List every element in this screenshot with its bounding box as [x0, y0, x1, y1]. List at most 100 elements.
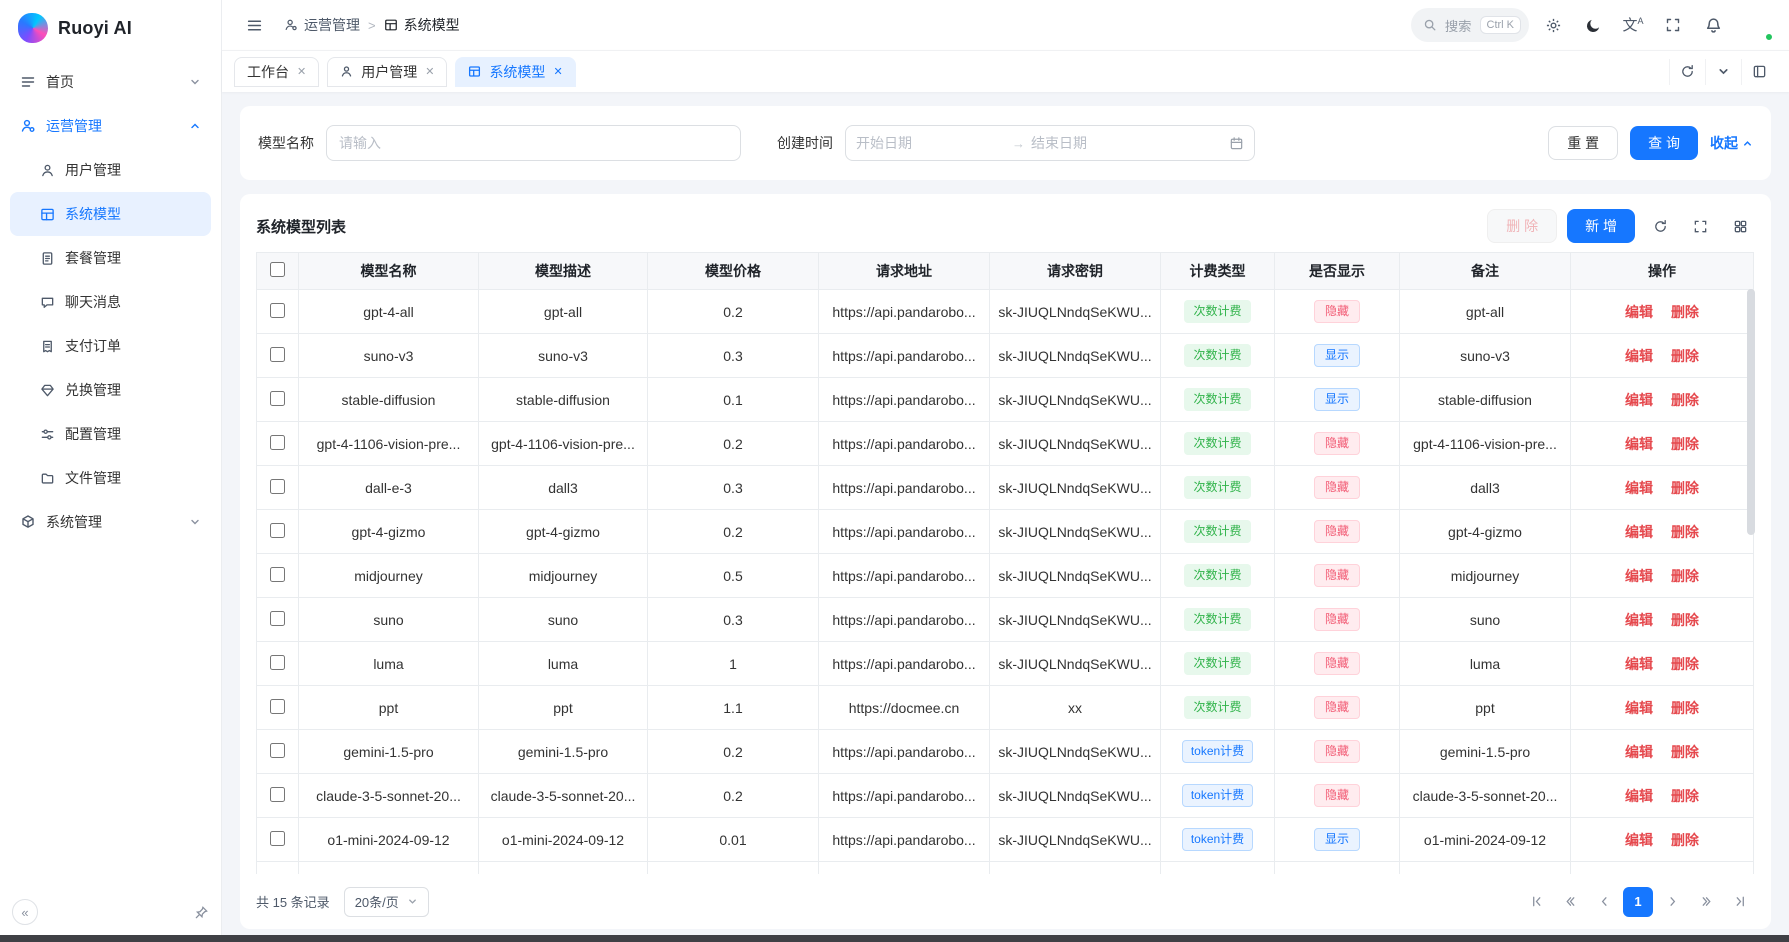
sidebar-submenu-operations: 用户管理 系统模型 套餐管理	[10, 148, 211, 500]
sidebar-item-config-management[interactable]: 配置管理	[10, 412, 211, 456]
row-checkbox[interactable]	[270, 611, 285, 626]
gear-icon[interactable]	[1537, 9, 1569, 41]
sidebar-item-system-management[interactable]: 系统管理	[10, 500, 211, 544]
breadcrumb-item-operations[interactable]: 运营管理	[284, 15, 360, 35]
end-date-input[interactable]	[1031, 135, 1181, 151]
close-icon[interactable]: ✕	[297, 65, 306, 78]
tab-user-management[interactable]: 用户管理 ✕	[327, 57, 447, 87]
row-checkbox[interactable]	[270, 743, 285, 758]
edit-link[interactable]: 编辑	[1625, 568, 1653, 584]
prev-page-button[interactable]	[1589, 887, 1619, 917]
page-size-select[interactable]: 20条/页	[344, 887, 429, 917]
tab-workbench[interactable]: 工作台 ✕	[234, 57, 319, 87]
delete-link[interactable]: 删除	[1671, 348, 1699, 364]
user-avatar[interactable]	[1741, 9, 1773, 41]
close-icon[interactable]: ✕	[425, 65, 434, 78]
row-checkbox[interactable]	[270, 831, 285, 846]
delete-link[interactable]: 删除	[1671, 832, 1699, 848]
row-checkbox[interactable]	[270, 523, 285, 538]
delete-link[interactable]: 删除	[1671, 392, 1699, 408]
delete-link[interactable]: 删除	[1671, 700, 1699, 716]
delete-link[interactable]: 删除	[1671, 656, 1699, 672]
edit-link[interactable]: 编辑	[1625, 436, 1653, 452]
breadcrumb-item-system-model[interactable]: 系统模型	[384, 15, 460, 35]
sidebar-collapse-button[interactable]: «	[12, 899, 38, 925]
collapse-filter-button[interactable]: 收起	[1710, 133, 1753, 153]
delete-link[interactable]: 删除	[1671, 480, 1699, 496]
sidebar-item-operations[interactable]: 运营管理	[10, 104, 211, 148]
maximize-content-icon[interactable]	[1741, 59, 1777, 85]
sidebar-item-exchange-management[interactable]: 兑换管理	[10, 368, 211, 412]
row-checkbox-cell	[257, 598, 299, 642]
sidebar-item-package-management[interactable]: 套餐管理	[10, 236, 211, 280]
edit-link[interactable]: 编辑	[1625, 612, 1653, 628]
refresh-icon[interactable]	[1669, 59, 1705, 85]
hamburger-menu-icon[interactable]	[238, 9, 270, 41]
column-settings-icon[interactable]	[1725, 211, 1755, 241]
row-checkbox[interactable]	[270, 479, 285, 494]
edit-link[interactable]: 编辑	[1625, 788, 1653, 804]
delete-link[interactable]: 删除	[1671, 788, 1699, 804]
delete-link[interactable]: 删除	[1671, 524, 1699, 540]
edit-link[interactable]: 编辑	[1625, 480, 1653, 496]
row-checkbox[interactable]	[270, 655, 285, 670]
last-page-button[interactable]	[1725, 887, 1755, 917]
row-checkbox[interactable]	[270, 303, 285, 318]
row-checkbox[interactable]	[270, 567, 285, 582]
pin-icon[interactable]	[194, 905, 209, 920]
sidebar-item-system-model[interactable]: 系统模型	[10, 192, 211, 236]
sidebar-item-user-management[interactable]: 用户管理	[10, 148, 211, 192]
select-all-checkbox[interactable]	[270, 262, 285, 277]
table-scrollbar[interactable]	[1747, 289, 1755, 874]
dark-mode-moon-icon[interactable]	[1577, 9, 1609, 41]
first-page-button[interactable]	[1521, 887, 1551, 917]
edit-link[interactable]: 编辑	[1625, 744, 1653, 760]
edit-link[interactable]: 编辑	[1625, 524, 1653, 540]
delete-link[interactable]: 删除	[1671, 568, 1699, 584]
sidebar-item-file-management[interactable]: 文件管理	[10, 456, 211, 500]
delete-button[interactable]: 删 除	[1487, 209, 1557, 243]
scrollbar-thumb[interactable]	[1747, 289, 1755, 535]
fullscreen-table-icon[interactable]	[1685, 211, 1715, 241]
model-name-input[interactable]	[326, 125, 741, 161]
edit-link[interactable]: 编辑	[1625, 832, 1653, 848]
edit-link[interactable]: 编辑	[1625, 392, 1653, 408]
translate-icon[interactable]: 文A	[1617, 9, 1649, 41]
next-5-pages-button[interactable]	[1691, 887, 1721, 917]
top-header: 运营管理 > 系统模型 搜索 Ctrl K	[222, 0, 1789, 50]
row-checkbox[interactable]	[270, 699, 285, 714]
row-checkbox[interactable]	[270, 787, 285, 802]
notifications-bell-icon[interactable]	[1697, 9, 1729, 41]
delete-link[interactable]: 删除	[1671, 436, 1699, 452]
reset-button[interactable]: 重 置	[1548, 126, 1618, 160]
row-checkbox[interactable]	[270, 435, 285, 450]
edit-link[interactable]: 编辑	[1625, 304, 1653, 320]
query-button[interactable]: 查 询	[1630, 126, 1698, 160]
edit-link[interactable]: 编辑	[1625, 656, 1653, 672]
sidebar-item-payment-orders[interactable]: 支付订单	[10, 324, 211, 368]
sidebar-item-chat-messages[interactable]: 聊天消息	[10, 280, 211, 324]
refresh-table-icon[interactable]	[1645, 211, 1675, 241]
search-input[interactable]: 搜索 Ctrl K	[1411, 8, 1529, 42]
chevron-down-icon[interactable]	[1705, 59, 1741, 85]
prev-5-pages-button[interactable]	[1555, 887, 1585, 917]
delete-link[interactable]: 删除	[1671, 612, 1699, 628]
date-range-picker[interactable]: →	[845, 125, 1255, 161]
fullscreen-icon[interactable]	[1657, 9, 1689, 41]
delete-link[interactable]: 删除	[1671, 304, 1699, 320]
add-button[interactable]: 新 增	[1567, 209, 1635, 243]
row-checkbox[interactable]	[270, 391, 285, 406]
page-number-button[interactable]: 1	[1623, 887, 1653, 917]
cell-request-url: https://api.pandarobo...	[819, 730, 990, 774]
next-page-button[interactable]	[1657, 887, 1687, 917]
close-icon[interactable]: ✕	[553, 65, 562, 78]
delete-link[interactable]: 删除	[1671, 744, 1699, 760]
start-date-input[interactable]	[856, 135, 1006, 151]
row-checkbox[interactable]	[270, 347, 285, 362]
tab-system-model[interactable]: 系统模型 ✕	[455, 57, 575, 87]
cell-model-price: 0.01	[648, 818, 819, 862]
edit-link[interactable]: 编辑	[1625, 700, 1653, 716]
edit-link[interactable]: 编辑	[1625, 348, 1653, 364]
sidebar-item-home[interactable]: 首页	[10, 60, 211, 104]
cell-actions: 编辑 删除	[1571, 554, 1754, 598]
